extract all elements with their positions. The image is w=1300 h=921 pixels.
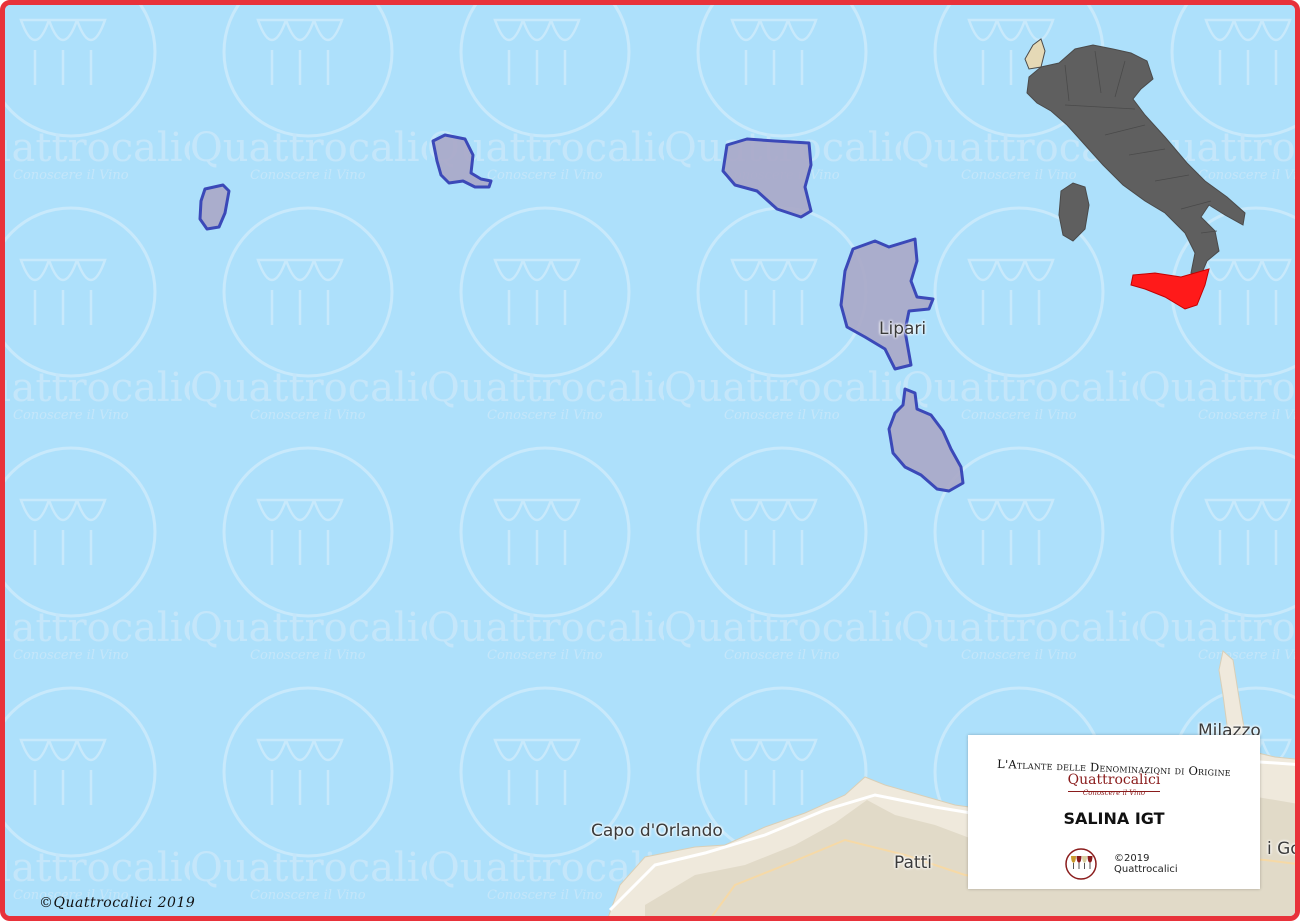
copyright-owner: Quattrocalici [1114,864,1178,875]
four-wine-glasses-icon [1065,848,1097,880]
copyright-block: ©2019 Quattrocalici [1114,853,1178,875]
legend-card: L'Atlante delle Denominazioni di Origine… [968,735,1260,889]
copyright-year: ©2019 [1114,853,1150,864]
map-frame: Quattrocalici Conoscere il Vino [0,0,1300,921]
brand-name: Quattrocalici [1067,772,1161,788]
place-label-edge: i Go [1267,839,1300,859]
place-label-patti: Patti [894,853,932,873]
appellation-name: SALINA IGT [1063,809,1165,828]
place-label-lipari: Lipari [879,319,927,339]
footer-credit: ©Quattrocalici 2019 [39,895,196,911]
place-label-capo-orlando: Capo d'Orlando [591,821,723,841]
brand-tagline: Conoscere il Vino [1082,789,1146,797]
